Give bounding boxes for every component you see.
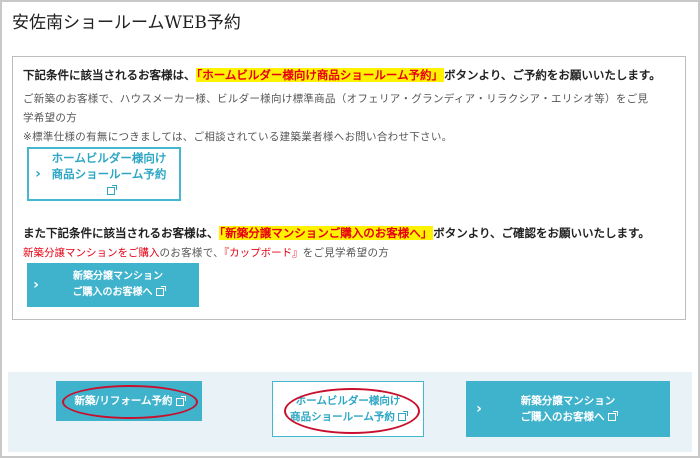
- renovation-reservation-label: 新築/リフォーム予約: [74, 395, 173, 407]
- external-link-icon: [175, 396, 186, 406]
- footer-condo-label: 新築分譲マンション ご購入のお客様へ: [520, 393, 618, 425]
- notice-line-6: 新築分譲マンションをご購入のお客様で、『カップボード』をご見学希望の方: [23, 245, 389, 260]
- footer-condo-button[interactable]: › 新築分譲マンション ご購入のお客様へ: [466, 381, 670, 437]
- notice-line-5-suffix: ボタンより、ご確認をお願いいたします。: [433, 226, 650, 240]
- notice-line-1-highlight: 「ホームビルダー様向け商品ショールーム予約」: [195, 68, 445, 82]
- notice-line-6-red-a: 新築分譲マンションをご購入: [23, 247, 160, 259]
- footer-builder-showroom-button[interactable]: ホームビルダー様向け 商品ショールーム予約: [272, 381, 424, 437]
- chevron-right-icon: ›: [33, 277, 39, 293]
- notice-line-2: ご新築のお客様で、ハウスメーカー様、ビルダー様向け標準商品（オフェリア・グランデ…: [23, 93, 649, 105]
- notice-line-1: 下記条件に該当されるお客様は、「ホームビルダー様向け商品ショールーム予約」ボタン…: [23, 67, 661, 83]
- builder-showroom-button-line-2: 商品ショールーム予約: [51, 167, 167, 181]
- footer-builder-showroom-line-2: 商品ショールーム予約: [290, 411, 395, 423]
- notice-line-5-highlight: 「新築分譲マンションご購入のお客様へ」: [218, 226, 434, 240]
- external-link-icon: [155, 286, 166, 296]
- external-link-icon: [607, 411, 618, 421]
- notice-line-4: ※標準仕様の有無につきましては、ご相談されている建築業者様へお問い合わせ下さい。: [23, 131, 453, 143]
- notice-line-6-normal-b: をご見学希望の方: [302, 247, 390, 259]
- notice-line-6-normal-a: のお客様で、: [159, 247, 224, 259]
- footer-condo-line-2: ご購入のお客様へ: [520, 411, 605, 423]
- footer-condo-line-1: 新築分譲マンション: [520, 395, 616, 407]
- chevron-right-icon: ›: [35, 166, 41, 182]
- condo-button[interactable]: › 新築分譲マンション ご購入のお客様へ: [27, 263, 199, 307]
- notice-line-3: 学希望の方: [23, 112, 77, 124]
- builder-showroom-button[interactable]: › ホームビルダー様向け 商品ショールーム予約: [27, 147, 181, 201]
- notice-box: 下記条件に該当されるお客様は、「ホームビルダー様向け商品ショールーム予約」ボタン…: [12, 56, 686, 320]
- builder-showroom-button-label: ホームビルダー様向け 商品ショールーム予約: [47, 150, 179, 198]
- notice-line-1-suffix: ボタンより、ご予約をお願いいたします。: [444, 68, 661, 82]
- notice-line-5-prefix: また下記条件に該当されるお客様は、: [23, 226, 219, 240]
- notice-line-1-prefix: 下記条件に該当されるお客様は、: [23, 68, 196, 82]
- footer-builder-showroom-label: ホームビルダー様向け 商品ショールーム予約: [290, 393, 408, 425]
- footer-builder-showroom-line-1: ホームビルダー様向け: [295, 395, 401, 407]
- chevron-right-icon: ›: [476, 401, 482, 417]
- renovation-reservation-button[interactable]: 新築/リフォーム予約: [56, 381, 202, 421]
- notice-line-5: また下記条件に該当されるお客様は、「新築分譲マンションご購入のお客様へ」ボタンよ…: [23, 225, 650, 241]
- condo-button-line-2: ご購入のお客様へ: [72, 287, 153, 298]
- notice-line-6-red-b: 『カップボード』: [223, 247, 303, 259]
- builder-showroom-button-line-1: ホームビルダー様向け: [51, 151, 167, 165]
- condo-button-line-1: 新築分譲マンション: [73, 271, 163, 282]
- page-title: 安佐南ショールームWEB予約: [12, 13, 241, 33]
- external-link-icon: [106, 185, 117, 195]
- external-link-icon: [397, 411, 408, 421]
- condo-button-label: 新築分譲マンション ご購入のお客様へ: [45, 269, 199, 301]
